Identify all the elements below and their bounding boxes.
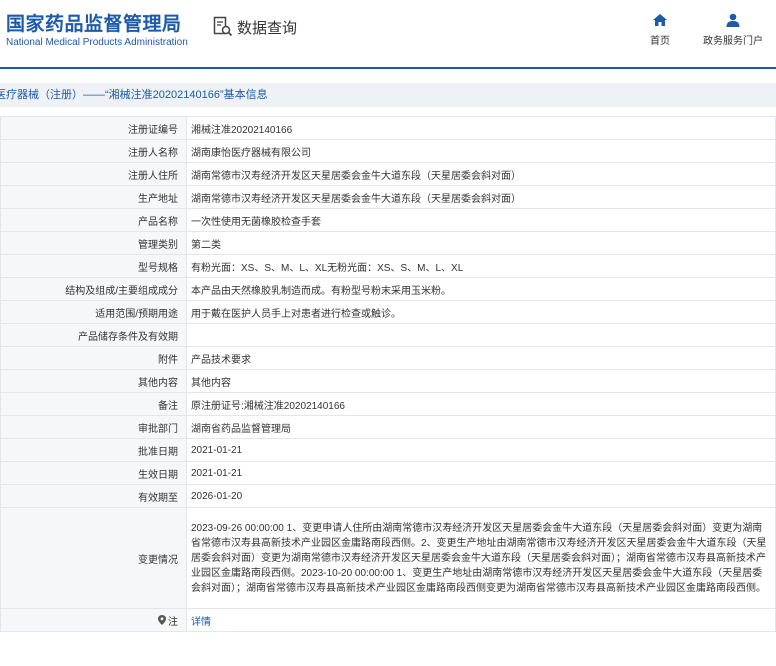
- nav-home-label: 首页: [650, 36, 670, 47]
- row-value: 2021-01-21: [186, 438, 776, 462]
- table-row: 结构及组成/主要组成成分 本产品由天然橡胶乳制造而成。有粉型号粉末采用玉米粉。: [0, 277, 776, 301]
- table-row: 产品名称 一次性使用无菌橡胶检查手套: [0, 208, 776, 232]
- row-label: 管理类别: [0, 231, 187, 255]
- row-label: 注册人名称: [0, 139, 187, 163]
- row-value: 2021-01-21: [186, 461, 776, 485]
- change-label: 变更情况: [0, 507, 187, 609]
- row-label: 产品储存条件及有效期: [0, 323, 187, 347]
- info-table: 注册证编号 湘械注准20202140166 注册人名称 湖南康怡医疗器械有限公司 注…: [0, 116, 776, 632]
- row-label: 批准日期: [0, 438, 187, 462]
- row-value: 湘械注准20202140166: [186, 116, 776, 140]
- row-label: 审批部门: [0, 415, 187, 439]
- table-row: 注册人住所 湖南常德市汉寿经济开发区天星居委会金牛大道东段（天星居委会斜对面）: [0, 162, 776, 186]
- site-logo-cn[interactable]: 国家药品监督管理局: [6, 9, 182, 36]
- site-logo-en: National Medical Products Administration: [6, 37, 188, 48]
- table-row: 其他内容 其他内容: [0, 369, 776, 393]
- row-label: 产品名称: [0, 208, 187, 232]
- row-value: 湖南常德市汉寿经济开发区天星居委会金牛大道东段（天星居委会斜对面）: [186, 162, 776, 186]
- row-value: 第二类: [186, 231, 776, 255]
- note-label-cell: 注: [0, 608, 187, 632]
- row-label: 结构及组成/主要组成成分: [0, 277, 187, 301]
- user-icon: [726, 13, 740, 27]
- data-query-label: 数据查询: [237, 19, 298, 37]
- row-label: 附件: [0, 346, 187, 370]
- table-row: 批准日期 2021-01-21: [0, 438, 776, 462]
- header-divider: [0, 67, 776, 69]
- row-value: 湖南省药品监督管理局: [186, 415, 776, 439]
- row-value: 用于戴在医护人员手上对患者进行检查或触诊。: [186, 300, 776, 324]
- row-label: 生效日期: [0, 461, 187, 485]
- row-value: 有粉光面：XS、S、M、L、XL无粉光面：XS、S、M、L、XL: [186, 254, 776, 278]
- row-label: 生产地址: [0, 185, 187, 209]
- breadcrumb: 医疗器械（注册）——“湘械注准20202140166”基本信息: [0, 83, 776, 107]
- location-pin-icon: [158, 614, 166, 628]
- table-row: 有效期至 2026-01-20: [0, 484, 776, 508]
- breadcrumb-text: 医疗器械（注册）——“湘械注准20202140166”基本信息: [0, 89, 268, 101]
- row-label: 适用范围/预期用途: [0, 300, 187, 324]
- row-value: 其他内容: [186, 369, 776, 393]
- nav-home[interactable]: 首页: [630, 13, 690, 47]
- site-header: 国家药品监督管理局 National Medical Products Admi…: [0, 0, 776, 68]
- table-row: 产品储存条件及有效期: [0, 323, 776, 347]
- note-label: 注: [168, 616, 178, 628]
- search-document-icon: [213, 16, 233, 37]
- row-label: 备注: [0, 392, 187, 416]
- row-value: 原注册证号:湘械注准20202140166: [186, 392, 776, 416]
- data-query-title: 数据查询: [213, 15, 297, 39]
- row-value: 产品技术要求: [186, 346, 776, 370]
- row-value: 湖南常德市汉寿经济开发区天星居委会金牛大道东段（天星居委会斜对面）: [186, 185, 776, 209]
- table-row: 附件 产品技术要求: [0, 346, 776, 370]
- row-label: 注册人住所: [0, 162, 187, 186]
- home-icon: [653, 14, 667, 26]
- row-label: 型号规格: [0, 254, 187, 278]
- note-value-cell: 详情: [186, 608, 776, 632]
- table-row: 注册证编号 湘械注准20202140166: [0, 116, 776, 140]
- table-row: 管理类别 第二类: [0, 231, 776, 255]
- row-value: 2026-01-20: [186, 484, 776, 508]
- nav-portal-label: 政务服务门户: [703, 36, 763, 47]
- row-value: 本产品由天然橡胶乳制造而成。有粉型号粉末采用玉米粉。: [186, 277, 776, 301]
- row-value: 一次性使用无菌橡胶检查手套: [186, 208, 776, 232]
- table-row: 审批部门 湖南省药品监督管理局: [0, 415, 776, 439]
- table-row: 型号规格 有粉光面：XS、S、M、L、XL无粉光面：XS、S、M、L、XL: [0, 254, 776, 278]
- detail-link[interactable]: 详情: [191, 617, 211, 628]
- row-label: 注册证编号: [0, 116, 187, 140]
- table-row: 备注 原注册证号:湘械注准20202140166: [0, 392, 776, 416]
- table-row: 生效日期 2021-01-21: [0, 461, 776, 485]
- row-label: 其他内容: [0, 369, 187, 393]
- table-row: 注册人名称 湖南康怡医疗器械有限公司: [0, 139, 776, 163]
- note-row: 注 详情: [0, 608, 776, 632]
- row-value: [186, 323, 776, 347]
- row-label: 有效期至: [0, 484, 187, 508]
- table-row: 适用范围/预期用途 用于戴在医护人员手上对患者进行检查或触诊。: [0, 300, 776, 324]
- nav-portal[interactable]: 政务服务门户: [700, 13, 766, 47]
- table-row: 生产地址 湖南常德市汉寿经济开发区天星居委会金牛大道东段（天星居委会斜对面）: [0, 185, 776, 209]
- change-row: 变更情况 2023-09-26 00:00:00 1、变更申请人住所由湖南常德市…: [0, 507, 776, 609]
- change-value: 2023-09-26 00:00:00 1、变更申请人住所由湖南常德市汉寿经济开…: [186, 507, 776, 609]
- row-value: 湖南康怡医疗器械有限公司: [186, 139, 776, 163]
